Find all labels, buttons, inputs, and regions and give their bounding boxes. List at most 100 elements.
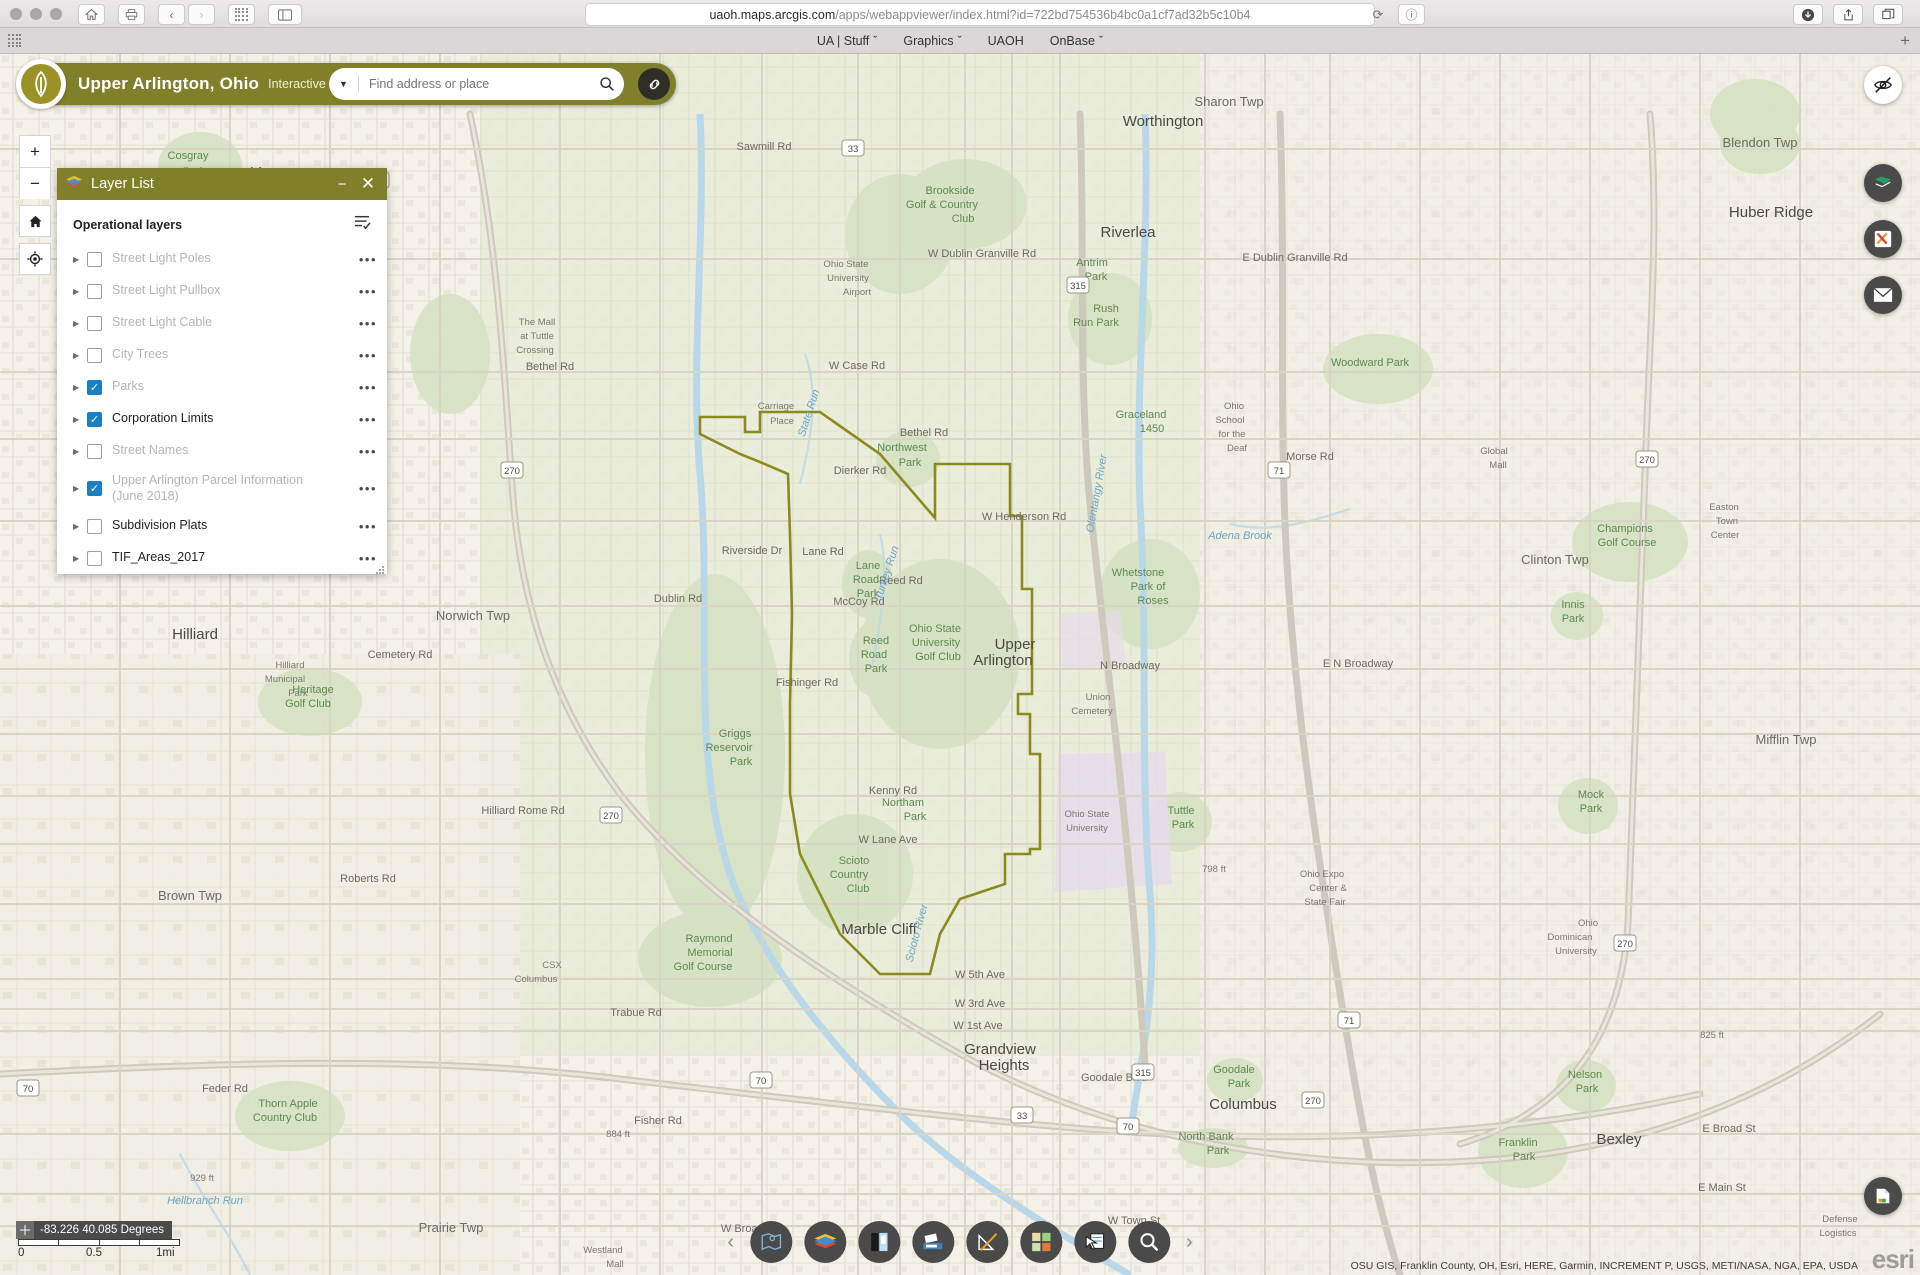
layer-options-button[interactable]: ••• (351, 284, 377, 299)
print-icon[interactable] (912, 1221, 954, 1263)
layer-visibility-checkbox[interactable]: ✓ (87, 411, 102, 427)
layer-options-button[interactable]: ••• (351, 551, 377, 566)
basemap-gallery-icon[interactable] (1020, 1221, 1062, 1263)
select-icon[interactable] (1074, 1221, 1116, 1263)
bookmarks-grid-icon[interactable] (8, 34, 22, 48)
layer-row[interactable]: ▶ TIF_Areas_2017 ••• (57, 542, 387, 574)
search-input[interactable] (359, 77, 590, 91)
expand-layer-icon[interactable]: ▶ (73, 522, 87, 531)
bookmark-uaoh[interactable]: UAOH (988, 34, 1024, 48)
close-panel-button[interactable]: ✕ (357, 174, 379, 194)
layer-visibility-checkbox[interactable] (87, 347, 102, 363)
back-button[interactable]: ‹ (158, 4, 185, 25)
layer-list-icon[interactable] (804, 1221, 846, 1263)
layer-options-button[interactable]: ••• (351, 519, 377, 534)
map-township-label: Clinton Twp (1521, 552, 1589, 567)
hide-layers-icon[interactable] (1864, 66, 1902, 104)
sidebar-toggle-button[interactable] (268, 4, 302, 25)
layer-visibility-checkbox[interactable]: ✓ (87, 481, 102, 497)
layer-options-button[interactable]: ••• (351, 412, 377, 427)
green-bookmark-icon[interactable] (1864, 164, 1902, 202)
document-viewer-icon[interactable] (1864, 1177, 1902, 1215)
expand-layer-icon[interactable]: ▶ (73, 554, 87, 563)
layer-visibility-checkbox[interactable] (87, 550, 102, 566)
layer-row[interactable]: ▶ Street Names ••• (57, 435, 387, 467)
expand-layer-icon[interactable]: ▶ (73, 415, 87, 424)
layer-options-button[interactable]: ••• (351, 481, 377, 496)
zoom-out-button[interactable]: − (19, 167, 51, 199)
tools-icon[interactable] (1864, 220, 1902, 258)
map-park-label: Innis (1561, 599, 1585, 611)
apps-grid-button[interactable] (228, 4, 255, 25)
layer-visibility-checkbox[interactable] (87, 283, 102, 299)
print-button[interactable] (118, 4, 145, 25)
zoom-in-button[interactable]: + (19, 135, 51, 167)
layer-visibility-checkbox[interactable] (87, 518, 102, 534)
layer-visibility-checkbox[interactable] (87, 315, 102, 331)
layer-row[interactable]: ▶ City Trees ••• (57, 339, 387, 371)
measure-icon[interactable] (966, 1221, 1008, 1263)
map-road-label: Bethel Rd (526, 361, 574, 373)
close-window-button[interactable] (10, 8, 22, 20)
expand-layer-icon[interactable]: ▶ (73, 319, 87, 328)
layer-options-button[interactable]: ••• (351, 444, 377, 459)
reload-icon[interactable]: ⟳ (1368, 5, 1388, 25)
share-link-button[interactable] (638, 68, 670, 100)
home-extent-button[interactable] (19, 205, 51, 237)
map-water-label: Adena Brook (1207, 530, 1272, 542)
map-park-label: Golf Club (285, 698, 331, 710)
legend-icon[interactable] (858, 1221, 900, 1263)
layer-visibility-checkbox[interactable] (87, 443, 102, 459)
map-road-label: Hilliard Rome Rd (481, 805, 564, 817)
info-button[interactable]: ⓘ (1398, 4, 1425, 25)
download-button[interactable] (1793, 4, 1823, 25)
crosshair-icon[interactable] (16, 1221, 34, 1239)
tabs-button[interactable] (1873, 4, 1903, 25)
layer-row[interactable]: ▶ Street Light Pullbox ••• (57, 275, 387, 307)
layer-options-button[interactable]: ••• (351, 380, 377, 395)
email-icon[interactable] (1864, 276, 1902, 314)
expand-layer-icon[interactable]: ▶ (73, 351, 87, 360)
bookmark-ua-stuff[interactable]: UA | Stuff ˇ (817, 34, 878, 48)
toolbar-next-button[interactable]: › (1182, 1231, 1197, 1254)
panel-resize-handle[interactable] (375, 562, 385, 575)
layer-row[interactable]: ▶ Street Light Poles ••• (57, 243, 387, 275)
layer-options-button[interactable]: ••• (351, 348, 377, 363)
map-road-label: Fishinger Rd (776, 677, 838, 689)
address-bar[interactable]: uaoh.maps.arcgis.com/apps/webappviewer/i… (585, 3, 1375, 26)
chevron-down-icon[interactable]: ▼ (329, 75, 359, 93)
expand-layer-icon[interactable]: ▶ (73, 383, 87, 392)
layer-options-button[interactable]: ••• (351, 252, 377, 267)
expand-layer-icon[interactable]: ▶ (73, 447, 87, 456)
layer-row[interactable]: ▶ ✓ Parks ••• (57, 371, 387, 403)
my-map-icon[interactable] (750, 1221, 792, 1263)
new-tab-button[interactable]: + (1900, 31, 1910, 51)
window-traffic-lights[interactable] (10, 8, 62, 20)
layer-row[interactable]: ▶ ✓ Upper Arlington Parcel Information (Ju… (57, 467, 387, 510)
bookmark-graphics[interactable]: Graphics ˇ (903, 34, 961, 48)
layer-options-button[interactable]: ••• (351, 316, 377, 331)
layer-visibility-checkbox[interactable]: ✓ (87, 379, 102, 395)
minimize-panel-button[interactable]: − (331, 176, 353, 193)
home-button[interactable] (78, 4, 105, 25)
share-button[interactable] (1833, 4, 1863, 25)
layer-row[interactable]: ▶ Street Light Cable ••• (57, 307, 387, 339)
layer-row[interactable]: ▶ ✓ Corporation Limits ••• (57, 403, 387, 435)
forward-button[interactable]: › (188, 4, 215, 25)
layer-visibility-checkbox[interactable] (87, 251, 102, 267)
bookmark-onbase[interactable]: OnBase ˇ (1050, 34, 1103, 48)
search-icon[interactable] (590, 76, 624, 92)
expand-layer-icon[interactable]: ▶ (73, 287, 87, 296)
city-logo[interactable] (16, 59, 66, 109)
maximize-window-button[interactable] (50, 8, 62, 20)
search-icon[interactable] (1128, 1221, 1170, 1263)
expand-layer-icon[interactable]: ▶ (73, 255, 87, 264)
locate-button[interactable] (19, 243, 51, 275)
expand-layer-icon[interactable]: ▶ (73, 484, 87, 493)
search-box[interactable]: ▼ (329, 68, 624, 100)
list-options-icon[interactable] (353, 214, 371, 235)
layer-row[interactable]: ▶ Subdivision Plats ••• (57, 510, 387, 542)
toolbar-prev-button[interactable]: ‹ (723, 1231, 738, 1254)
coordinate-display[interactable]: -83.226 40.085 Degrees (16, 1221, 173, 1239)
minimize-window-button[interactable] (30, 8, 42, 20)
